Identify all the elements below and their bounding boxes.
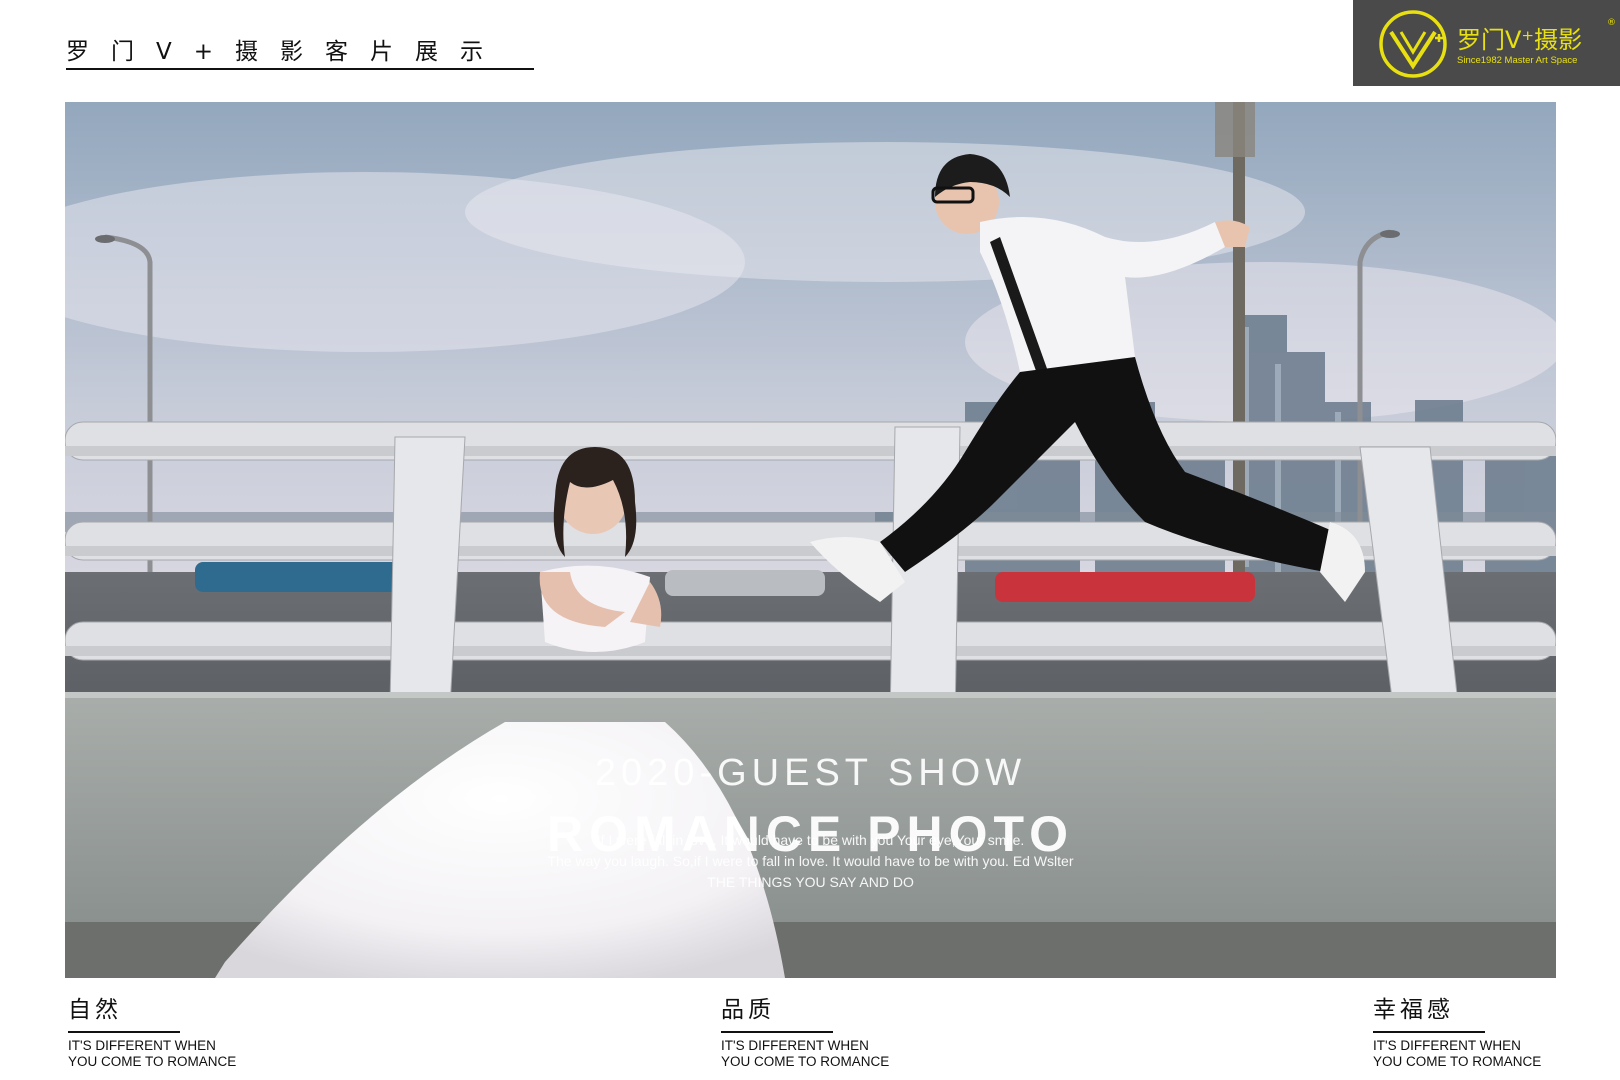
feature-desc-line: YOU COME TO ROMANCE <box>721 1054 890 1069</box>
feature-description: IT'S DIFFERENT WHEN YOU COME TO ROMANCE <box>68 1038 328 1070</box>
feature-description: IT'S DIFFERENT WHEN YOU COME TO ROMANCE <box>721 1038 981 1070</box>
feature-underline <box>721 1031 833 1033</box>
feature-title: 幸福感 <box>1373 997 1454 1023</box>
feature-desc-line: IT'S DIFFERENT WHEN <box>1373 1038 1521 1053</box>
feature-title: 自然 <box>68 997 122 1023</box>
logo-tagline: Since1982 Master Art Space <box>1457 55 1578 66</box>
feature-desc-line: IT'S DIFFERENT WHEN <box>721 1038 869 1053</box>
feature-desc-line: YOU COME TO ROMANCE <box>1373 1054 1542 1069</box>
feature-description: IT'S DIFFERENT WHEN YOU COME TO ROMANCE <box>1373 1038 1620 1070</box>
feature-desc-line: YOU COME TO ROMANCE <box>68 1054 237 1069</box>
overlay-line-1: If I were fall in love. It would have to… <box>596 832 1025 848</box>
logo-v-emblem-icon <box>1379 10 1447 78</box>
feature-natural: 自然 IT'S DIFFERENT WHEN YOU COME TO ROMAN… <box>68 990 328 1070</box>
logo-registered-mark: ® <box>1607 18 1616 28</box>
feature-happiness: 幸福感 IT'S DIFFERENT WHEN YOU COME TO ROMA… <box>1373 990 1620 1070</box>
overlay-subtitle: 2020-GUEST SHOW <box>594 752 1027 794</box>
photo-text-overlay: 2020-GUEST SHOW ROMANCE PHOTO If I were … <box>65 102 1556 978</box>
feature-desc-line: IT'S DIFFERENT WHEN <box>68 1038 216 1053</box>
feature-quality: 品质 IT'S DIFFERENT WHEN YOU COME TO ROMAN… <box>721 990 981 1070</box>
title-underline <box>66 68 534 70</box>
overlay-line-2: The way you laugh. So,if I were to fall … <box>547 853 1074 869</box>
feature-underline <box>68 1031 180 1033</box>
overlay-line-3: THE THINGS YOU SAY AND DO <box>707 874 914 890</box>
feature-title: 品质 <box>721 997 775 1023</box>
feature-underline <box>1373 1031 1485 1033</box>
logo-brand-text: 罗门V⁺摄影 <box>1457 26 1583 54</box>
wedding-photo: 2020-GUEST SHOW ROMANCE PHOTO If I were … <box>65 102 1556 978</box>
brand-logo[interactable]: 罗门V⁺摄影 ® Since1982 Master Art Space <box>1353 0 1620 86</box>
page-title: 罗门V+摄影客片展示 <box>66 39 506 65</box>
